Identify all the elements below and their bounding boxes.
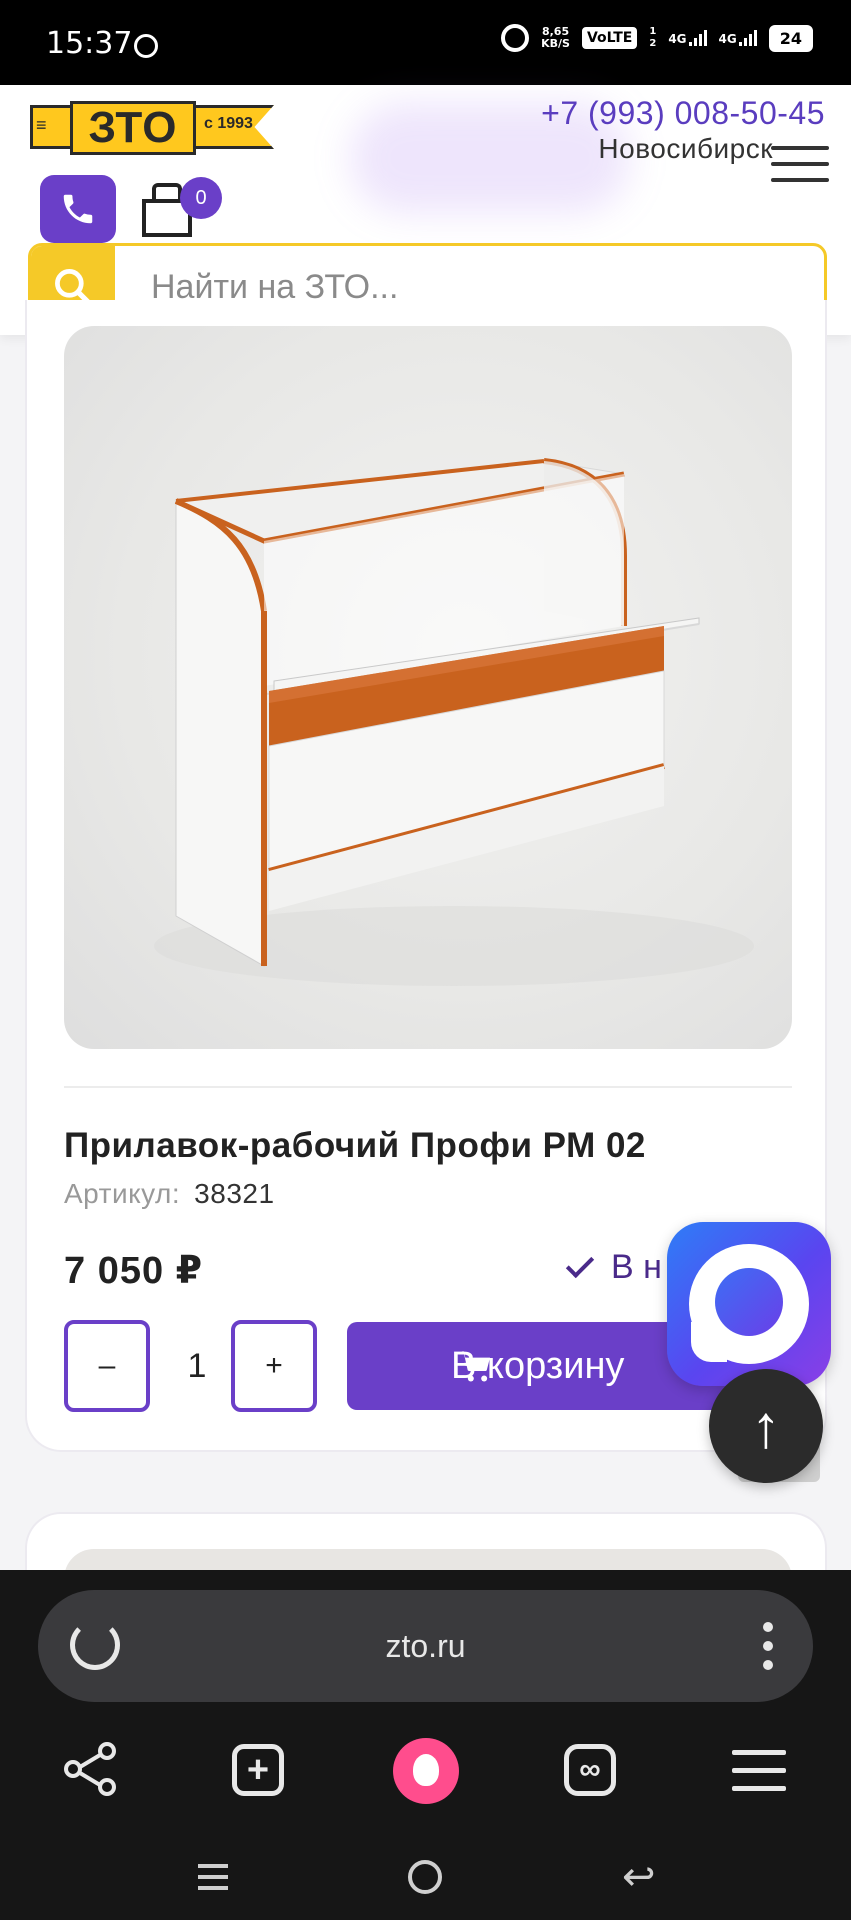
sim-indicator: 1 2: [649, 26, 656, 50]
tabs-icon[interactable]: ∞: [560, 1740, 620, 1800]
volte-badge: VoLTE: [581, 27, 638, 49]
cart-icon: [458, 1351, 490, 1382]
status-time: 15:37: [46, 26, 133, 61]
logo-year: с 1993: [204, 115, 253, 132]
card-divider: [64, 1086, 792, 1088]
new-tab-icon[interactable]: +: [228, 1740, 288, 1800]
net1-label: 4G: [668, 32, 687, 46]
quantity-value[interactable]: 1: [167, 1320, 227, 1412]
check-icon: [565, 1249, 595, 1278]
signal-2: 4G: [719, 30, 757, 46]
assistant-tail: [691, 1322, 727, 1362]
stock-status: В н: [565, 1248, 662, 1287]
counter-illustration: [154, 458, 754, 986]
signal-bars-icon: [738, 30, 757, 46]
status-icons: 8,65 KB/S VoLTE 1 2 4G 4G 24: [501, 24, 813, 52]
browser-nav: + ∞: [0, 1720, 851, 1820]
more-menu-icon[interactable]: [763, 1622, 773, 1670]
system-navigation: ↩: [0, 1840, 851, 1920]
signal-bars-icon: [688, 30, 707, 46]
browser-menu-icon[interactable]: [728, 1740, 788, 1800]
assistant-bubble-icon: [715, 1268, 783, 1336]
net2-label: 4G: [718, 32, 737, 46]
scroll-to-top-button[interactable]: ↑: [709, 1369, 823, 1483]
sku-value: 38321: [194, 1178, 275, 1209]
message-icon: [134, 34, 158, 58]
alarm-icon: [501, 24, 530, 52]
recent-apps-icon[interactable]: [198, 1862, 228, 1892]
signal-1: 4G: [668, 30, 707, 46]
product-image[interactable]: [64, 326, 792, 1049]
sim2-label: 2: [649, 38, 657, 49]
product-sku: Артикул: 38321: [64, 1178, 275, 1210]
home-icon[interactable]: [408, 1860, 442, 1894]
cart-count-badge: 0: [180, 177, 222, 219]
city-selector[interactable]: Новосибирск: [598, 133, 773, 165]
address-bar[interactable]: zto.ru: [38, 1590, 813, 1702]
site-logo[interactable]: ≡ ЗТО с 1993: [30, 99, 274, 157]
quantity-decrease-button[interactable]: –: [64, 1320, 150, 1412]
hamburger-menu-icon[interactable]: [771, 142, 829, 186]
speed-unit: KB/S: [541, 37, 570, 50]
sim1-label: 1: [649, 26, 657, 37]
logo-arrow-icon: ≡: [36, 115, 47, 135]
stock-label: В н: [611, 1248, 662, 1286]
site-header: ≡ ЗТО с 1993 +7 (993) 008-50-45 Новосиби…: [0, 85, 851, 335]
quantity-increase-button[interactable]: +: [231, 1320, 317, 1412]
browser-toolbar: zto.ru + ∞ ↩: [0, 1570, 851, 1920]
back-icon[interactable]: ↩: [622, 1854, 656, 1900]
call-button[interactable]: [40, 175, 116, 243]
phone-icon: [63, 194, 93, 224]
assistant-app-icon[interactable]: [667, 1222, 831, 1386]
new-tab-plus: +: [232, 1744, 284, 1796]
status-bar: 15:37 8,65 KB/S VoLTE 1 2 4G 4G 24: [0, 0, 851, 85]
network-speed: 8,65 KB/S: [541, 26, 570, 50]
next-product-card: [25, 1512, 827, 1589]
sku-label: Артикул:: [64, 1178, 181, 1209]
battery-icon: 24: [768, 24, 813, 52]
phone-link[interactable]: +7 (993) 008-50-45: [541, 95, 825, 132]
logo-text: ЗТО: [70, 101, 196, 155]
tabs-infinity: ∞: [564, 1744, 616, 1796]
url-text[interactable]: zto.ru: [38, 1590, 813, 1702]
share-icon[interactable]: [62, 1740, 122, 1800]
alice-assistant-icon[interactable]: [393, 1738, 459, 1804]
product-title[interactable]: Прилавок-рабочий Профи РМ 02: [64, 1126, 646, 1166]
product-price: 7 050 ₽: [64, 1250, 204, 1292]
